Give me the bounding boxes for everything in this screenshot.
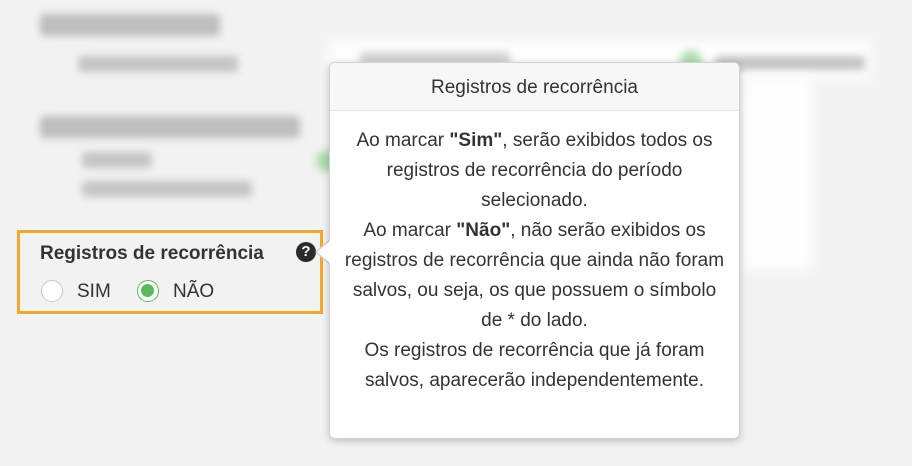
tooltip-paragraph-nao: Ao marcar "Não", não serão exibidos os r… xyxy=(344,220,725,331)
tooltip-body: Ao marcar "Sim", serão exibidos todos os… xyxy=(330,111,739,396)
blurred-text xyxy=(82,181,252,197)
recurrence-filter-box: Registros de recorrência ? SIM NÃO xyxy=(17,230,323,314)
tooltip-paragraph-sim: Ao marcar "Sim", serão exibidos todos os… xyxy=(356,130,713,211)
radio-sim[interactable] xyxy=(41,280,63,302)
blurred-text xyxy=(82,152,152,168)
radio-sim-label[interactable]: SIM xyxy=(77,281,111,303)
tooltip-arrow-inner xyxy=(317,241,330,263)
radio-nao-label[interactable]: NÃO xyxy=(173,281,214,303)
question-circle-icon[interactable]: ? xyxy=(296,242,316,262)
tooltip-title: Registros de recorrência xyxy=(330,63,739,111)
blurred-heading xyxy=(40,116,300,138)
recurrence-filter-title: Registros de recorrência xyxy=(40,243,264,264)
blurred-heading xyxy=(40,14,220,36)
blurred-panel xyxy=(742,80,812,270)
tooltip-paragraph-saved: Os registros de recorrência que já foram… xyxy=(364,340,705,391)
blurred-text xyxy=(78,56,238,72)
help-tooltip: Registros de recorrência Ao marcar "Sim"… xyxy=(329,62,740,439)
radio-nao[interactable] xyxy=(137,280,159,302)
